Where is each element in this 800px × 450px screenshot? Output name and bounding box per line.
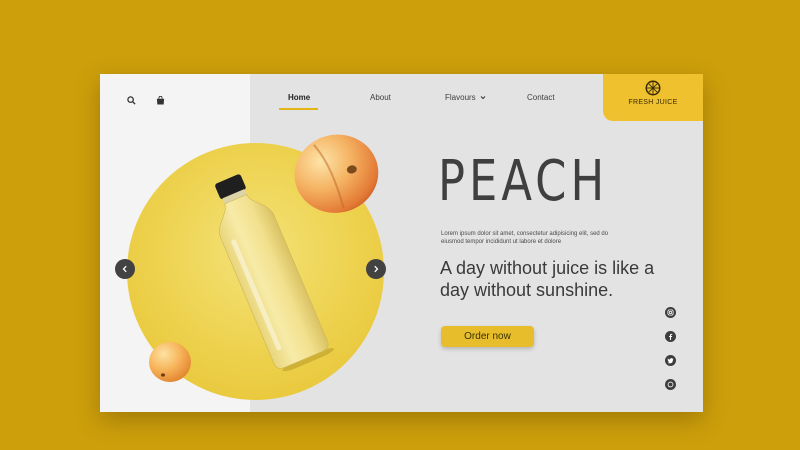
brand-badge[interactable]: FRESH JUICE xyxy=(603,74,703,121)
nav-flavours-label: Flavours xyxy=(445,93,476,102)
carousel-prev-button[interactable] xyxy=(115,259,135,279)
shopping-bag-icon[interactable] xyxy=(153,93,167,107)
nav-flavours[interactable]: Flavours xyxy=(445,93,486,102)
brand-name: FRESH JUICE xyxy=(628,99,678,106)
landing-page-card: Home About Flavours Contact FRESH JUICE xyxy=(100,74,703,412)
order-now-button[interactable]: Order now xyxy=(441,326,534,347)
nav-contact[interactable]: Contact xyxy=(527,93,555,102)
instagram-icon[interactable] xyxy=(665,307,676,318)
nav-about[interactable]: About xyxy=(370,93,391,102)
search-icon[interactable] xyxy=(124,93,138,107)
apricot-fruit-image xyxy=(149,342,191,382)
chevron-down-icon xyxy=(480,96,486,100)
chevron-left-icon xyxy=(122,265,127,273)
hero-tagline: A day without juice is like a day withou… xyxy=(440,258,655,300)
whatsapp-icon[interactable] xyxy=(665,379,676,390)
twitter-icon[interactable] xyxy=(665,355,676,366)
hero-description: Lorem ipsum dolor sit amet, consectetur … xyxy=(441,231,609,245)
orange-slice-logo-icon xyxy=(645,80,661,96)
chevron-right-icon xyxy=(374,265,379,273)
hero-title: PEACH xyxy=(438,149,609,214)
peach-fruit-image xyxy=(294,134,379,213)
facebook-icon[interactable] xyxy=(665,331,676,342)
carousel-next-button[interactable] xyxy=(366,259,386,279)
nav-home[interactable]: Home xyxy=(288,93,310,102)
nav-active-indicator xyxy=(279,108,318,110)
